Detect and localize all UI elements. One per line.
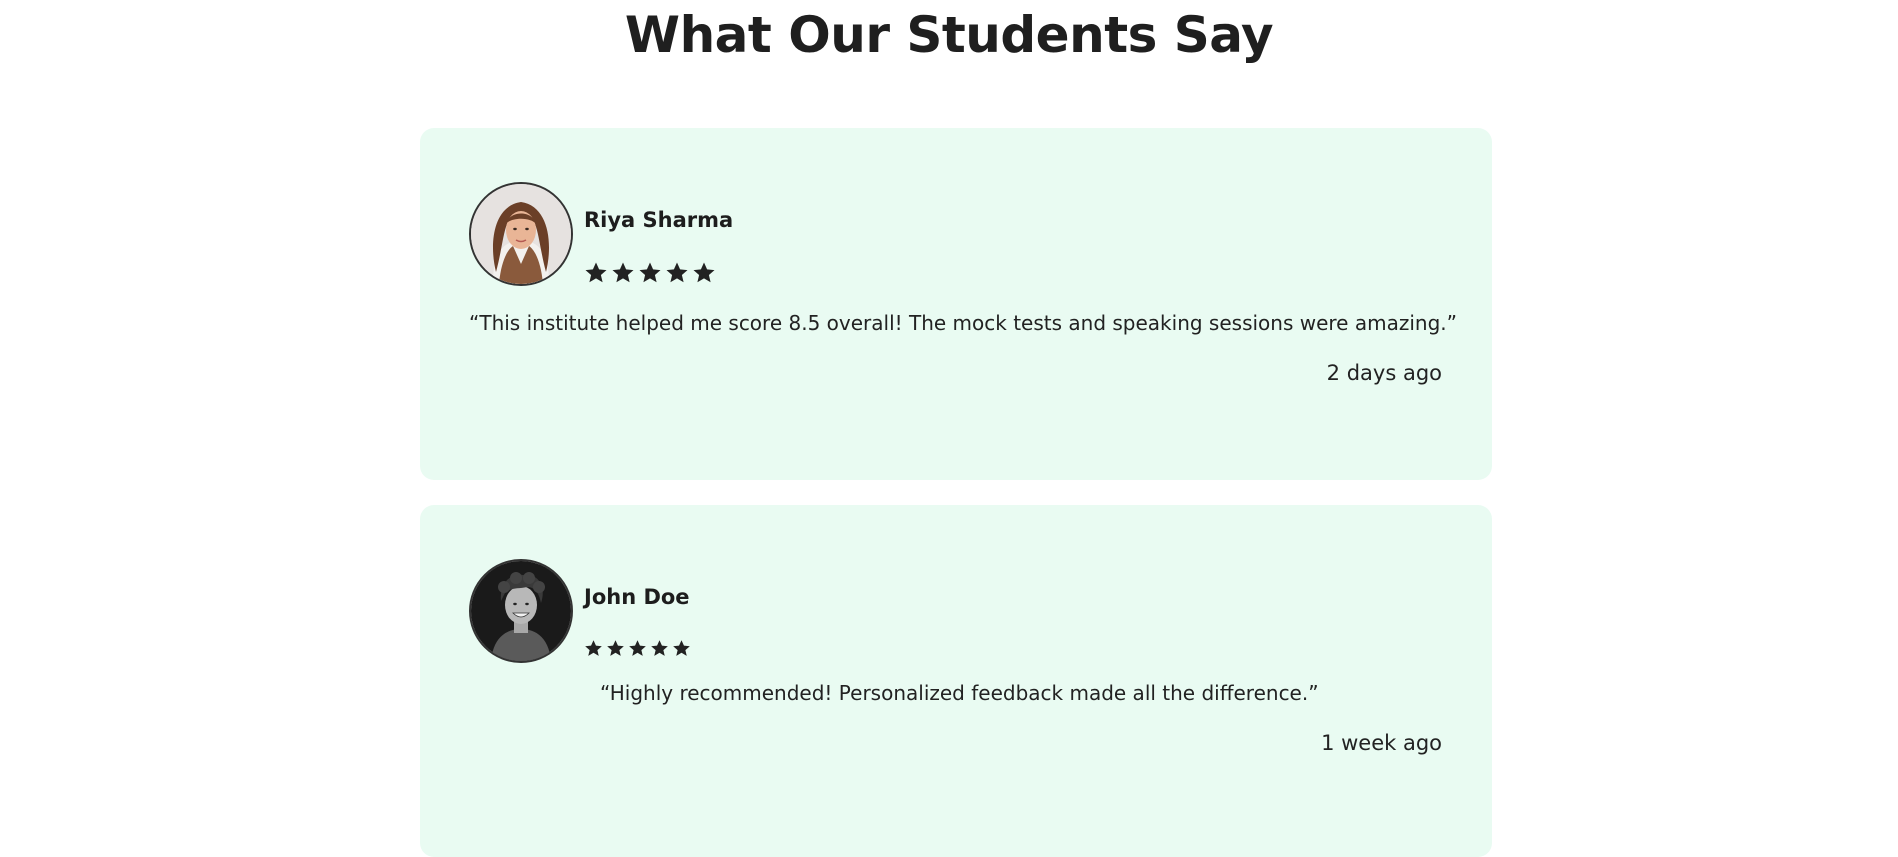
star-rating [584, 639, 691, 658]
testimonial-card: John Doe “Highly recommended! Personaliz… [420, 505, 1492, 857]
testimonial-quote: “This institute helped me score 8.5 over… [469, 311, 1457, 335]
star-icon [639, 262, 661, 283]
reviewer-name: Riya Sharma [584, 208, 734, 232]
testimonial-card: Riya Sharma “This institute helped me sc… [420, 128, 1492, 480]
star-icon [651, 640, 668, 656]
review-time: 2 days ago [1326, 361, 1442, 385]
star-rating [584, 261, 716, 285]
star-icon [666, 262, 688, 283]
avatar [469, 182, 573, 286]
star-icon [612, 262, 634, 283]
star-icon [607, 640, 624, 656]
page-title: What Our Students Say [624, 6, 1274, 64]
review-time: 1 week ago [1321, 731, 1442, 755]
star-icon [585, 640, 602, 656]
star-icon [629, 640, 646, 656]
avatar [469, 559, 573, 663]
woman-portrait-icon [471, 184, 571, 284]
testimonial-quote: “Highly recommended! Personalized feedba… [600, 681, 1319, 705]
star-icon [693, 262, 715, 283]
reviewer-name: John Doe [584, 585, 690, 609]
star-icon [673, 640, 690, 656]
star-icon [585, 262, 607, 283]
man-portrait-icon [471, 561, 571, 661]
